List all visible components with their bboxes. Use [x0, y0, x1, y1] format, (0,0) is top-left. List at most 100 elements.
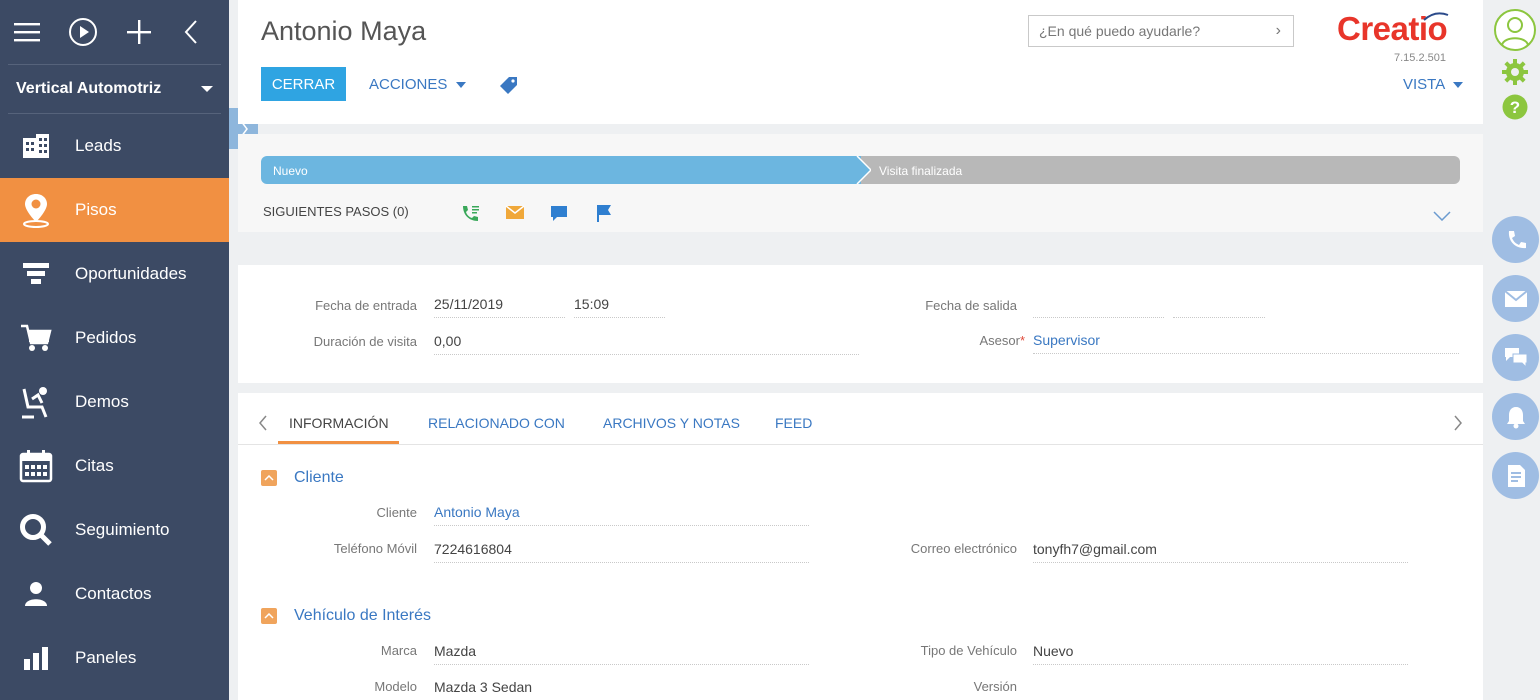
- duration-label: Duración de visita: [313, 334, 417, 349]
- detail-tabs: INFORMACIÓN RELACIONADO CON ARCHIVOS Y N…: [238, 393, 1483, 700]
- sidebar-item-pisos[interactable]: Pisos: [0, 178, 229, 242]
- sidebar-item-label: Paneles: [75, 648, 137, 667]
- phone-field[interactable]: 7224616804: [434, 541, 809, 563]
- phone-icon[interactable]: [1492, 216, 1539, 263]
- chevron-left-icon[interactable]: [258, 415, 268, 436]
- chevron-left-icon[interactable]: [180, 17, 201, 47]
- chevron-down-icon[interactable]: [1433, 208, 1451, 226]
- view-button[interactable]: VISTA: [1403, 76, 1463, 93]
- version-label: 7.15.2.501: [1394, 52, 1446, 64]
- advisor-label: Asesor: [979, 333, 1020, 348]
- bell-icon[interactable]: [1492, 393, 1539, 440]
- sidebar-item-pedidos[interactable]: Pedidos: [0, 306, 229, 370]
- exit-time-field[interactable]: [1173, 296, 1265, 318]
- sidebar-item-label: Leads: [75, 136, 122, 155]
- sidebar-item-oportunidades[interactable]: Oportunidades: [0, 242, 229, 306]
- stage-step-label: Nuevo: [273, 164, 308, 178]
- email-field[interactable]: tonyfh7@gmail.com: [1033, 541, 1408, 563]
- close-button[interactable]: CERRAR: [261, 67, 346, 101]
- entry-time-field[interactable]: 15:09: [574, 296, 665, 318]
- sidebar-item-label: Contactos: [75, 584, 152, 603]
- caret-down-icon: [455, 82, 466, 89]
- workspace-label: Vertical Automotriz: [16, 80, 162, 97]
- sidebar-item-leads[interactable]: Leads: [0, 114, 229, 178]
- email-label: Correo electrónico: [910, 541, 1017, 556]
- visit-fields: Fecha de entrada 25/11/2019 15:09 Fecha …: [238, 265, 1483, 383]
- map-pin-icon: [18, 190, 54, 230]
- version-label: Versión: [973, 679, 1017, 694]
- email-icon[interactable]: [505, 204, 525, 225]
- tab-informacion[interactable]: INFORMACIÓN: [289, 415, 389, 431]
- actions-button[interactable]: ACCIONES: [369, 76, 466, 93]
- client-field[interactable]: Antonio Maya: [434, 504, 809, 526]
- vehicle-type-field[interactable]: Nuevo: [1033, 643, 1408, 665]
- page-title: Antonio Maya: [261, 16, 427, 46]
- phone-call-icon[interactable]: [460, 204, 480, 227]
- right-rail: ?: [1483, 0, 1540, 700]
- caret-down-icon: [1452, 82, 1463, 89]
- client-label: Cliente: [376, 505, 417, 520]
- funnel-icon: [18, 254, 54, 294]
- advisor-label-wrap: Asesor*: [858, 333, 1025, 348]
- stage-arrow: [855, 156, 871, 184]
- collapse-icon: [261, 608, 277, 624]
- tab-relacionado-con[interactable]: RELACIONADO CON: [428, 415, 565, 431]
- caret-down-icon: [201, 86, 213, 92]
- exit-date-label: Fecha de salida: [925, 298, 1017, 313]
- help-icon[interactable]: ?: [1502, 94, 1528, 125]
- play-icon[interactable]: [68, 17, 98, 47]
- menu-icon[interactable]: [14, 17, 40, 47]
- flag-icon[interactable]: [596, 204, 612, 227]
- duration-field[interactable]: 0,00: [434, 333, 859, 355]
- sidebar-item-label: Oportunidades: [75, 264, 187, 283]
- logo-swoosh-icon: [1423, 12, 1449, 21]
- stage-panel: Visita finalizada Nuevo SIGUIENTES PASOS…: [238, 134, 1483, 232]
- sidebar-item-label: Citas: [75, 456, 114, 475]
- add-icon[interactable]: [126, 17, 152, 47]
- next-steps-label[interactable]: SIGUIENTES PASOS (0): [263, 204, 409, 219]
- stage-step[interactable]: Nuevo: [261, 156, 861, 184]
- sidebar-item-label: Pisos: [75, 200, 117, 219]
- sidebar: Vertical Automotriz Leads Pisos Oportuni…: [0, 0, 229, 700]
- person-icon: [18, 574, 54, 614]
- phone-label: Teléfono Móvil: [333, 541, 417, 556]
- actions-label: ACCIONES: [369, 76, 448, 93]
- messages-icon[interactable]: [1492, 334, 1539, 381]
- model-field[interactable]: Mazda 3 Sedan: [434, 679, 809, 700]
- chevron-right-icon[interactable]: [1453, 415, 1463, 436]
- svg-text:?: ?: [1510, 98, 1520, 117]
- workspace-selector[interactable]: Vertical Automotriz: [8, 64, 221, 114]
- advisor-field[interactable]: Supervisor: [1033, 332, 1459, 354]
- building-icon: [18, 126, 54, 166]
- stage-step-label: Visita finalizada: [879, 164, 963, 178]
- chevron-right-icon: ›: [1275, 22, 1281, 39]
- sidebar-toolbar: [0, 0, 229, 64]
- profile-icon[interactable]: [1493, 8, 1537, 57]
- client-section-header[interactable]: Cliente: [261, 469, 344, 487]
- mail-icon[interactable]: [1492, 275, 1539, 322]
- vehicle-section-header[interactable]: Vehículo de Interés: [261, 607, 431, 625]
- tab-archivos-y-notas[interactable]: ARCHIVOS Y NOTAS: [603, 415, 740, 431]
- stage-step[interactable]: Visita finalizada: [855, 156, 1460, 184]
- sidebar-item-seguimiento[interactable]: Seguimiento: [0, 498, 229, 562]
- exit-date-field[interactable]: [1033, 296, 1164, 318]
- sidebar-item-paneles[interactable]: Paneles: [0, 626, 229, 690]
- search-placeholder: ¿En qué puedo ayudarle?: [1039, 23, 1201, 39]
- document-icon[interactable]: [1492, 452, 1539, 499]
- required-marker: *: [1019, 333, 1025, 348]
- sidebar-item-contactos[interactable]: Contactos: [0, 562, 229, 626]
- record-header: Antonio Maya ¿En qué puedo ayudarle? › C…: [238, 0, 1483, 124]
- entry-date-label: Fecha de entrada: [315, 298, 417, 313]
- sidebar-item-demos[interactable]: Demos: [0, 370, 229, 434]
- sidebar-item-citas[interactable]: Citas: [0, 434, 229, 498]
- stage-bar: Visita finalizada Nuevo: [261, 156, 1460, 184]
- tab-feed[interactable]: FEED: [775, 415, 812, 431]
- gear-icon[interactable]: [1501, 58, 1529, 91]
- search-input[interactable]: ¿En qué puedo ayudarle? ›: [1028, 15, 1294, 47]
- chat-icon[interactable]: [550, 204, 568, 227]
- tag-icon[interactable]: [500, 76, 518, 99]
- entry-date-field[interactable]: 25/11/2019: [434, 296, 565, 318]
- brand-field[interactable]: Mazda: [434, 643, 809, 665]
- brand-label: Marca: [380, 643, 417, 658]
- section-title: Cliente: [294, 469, 344, 486]
